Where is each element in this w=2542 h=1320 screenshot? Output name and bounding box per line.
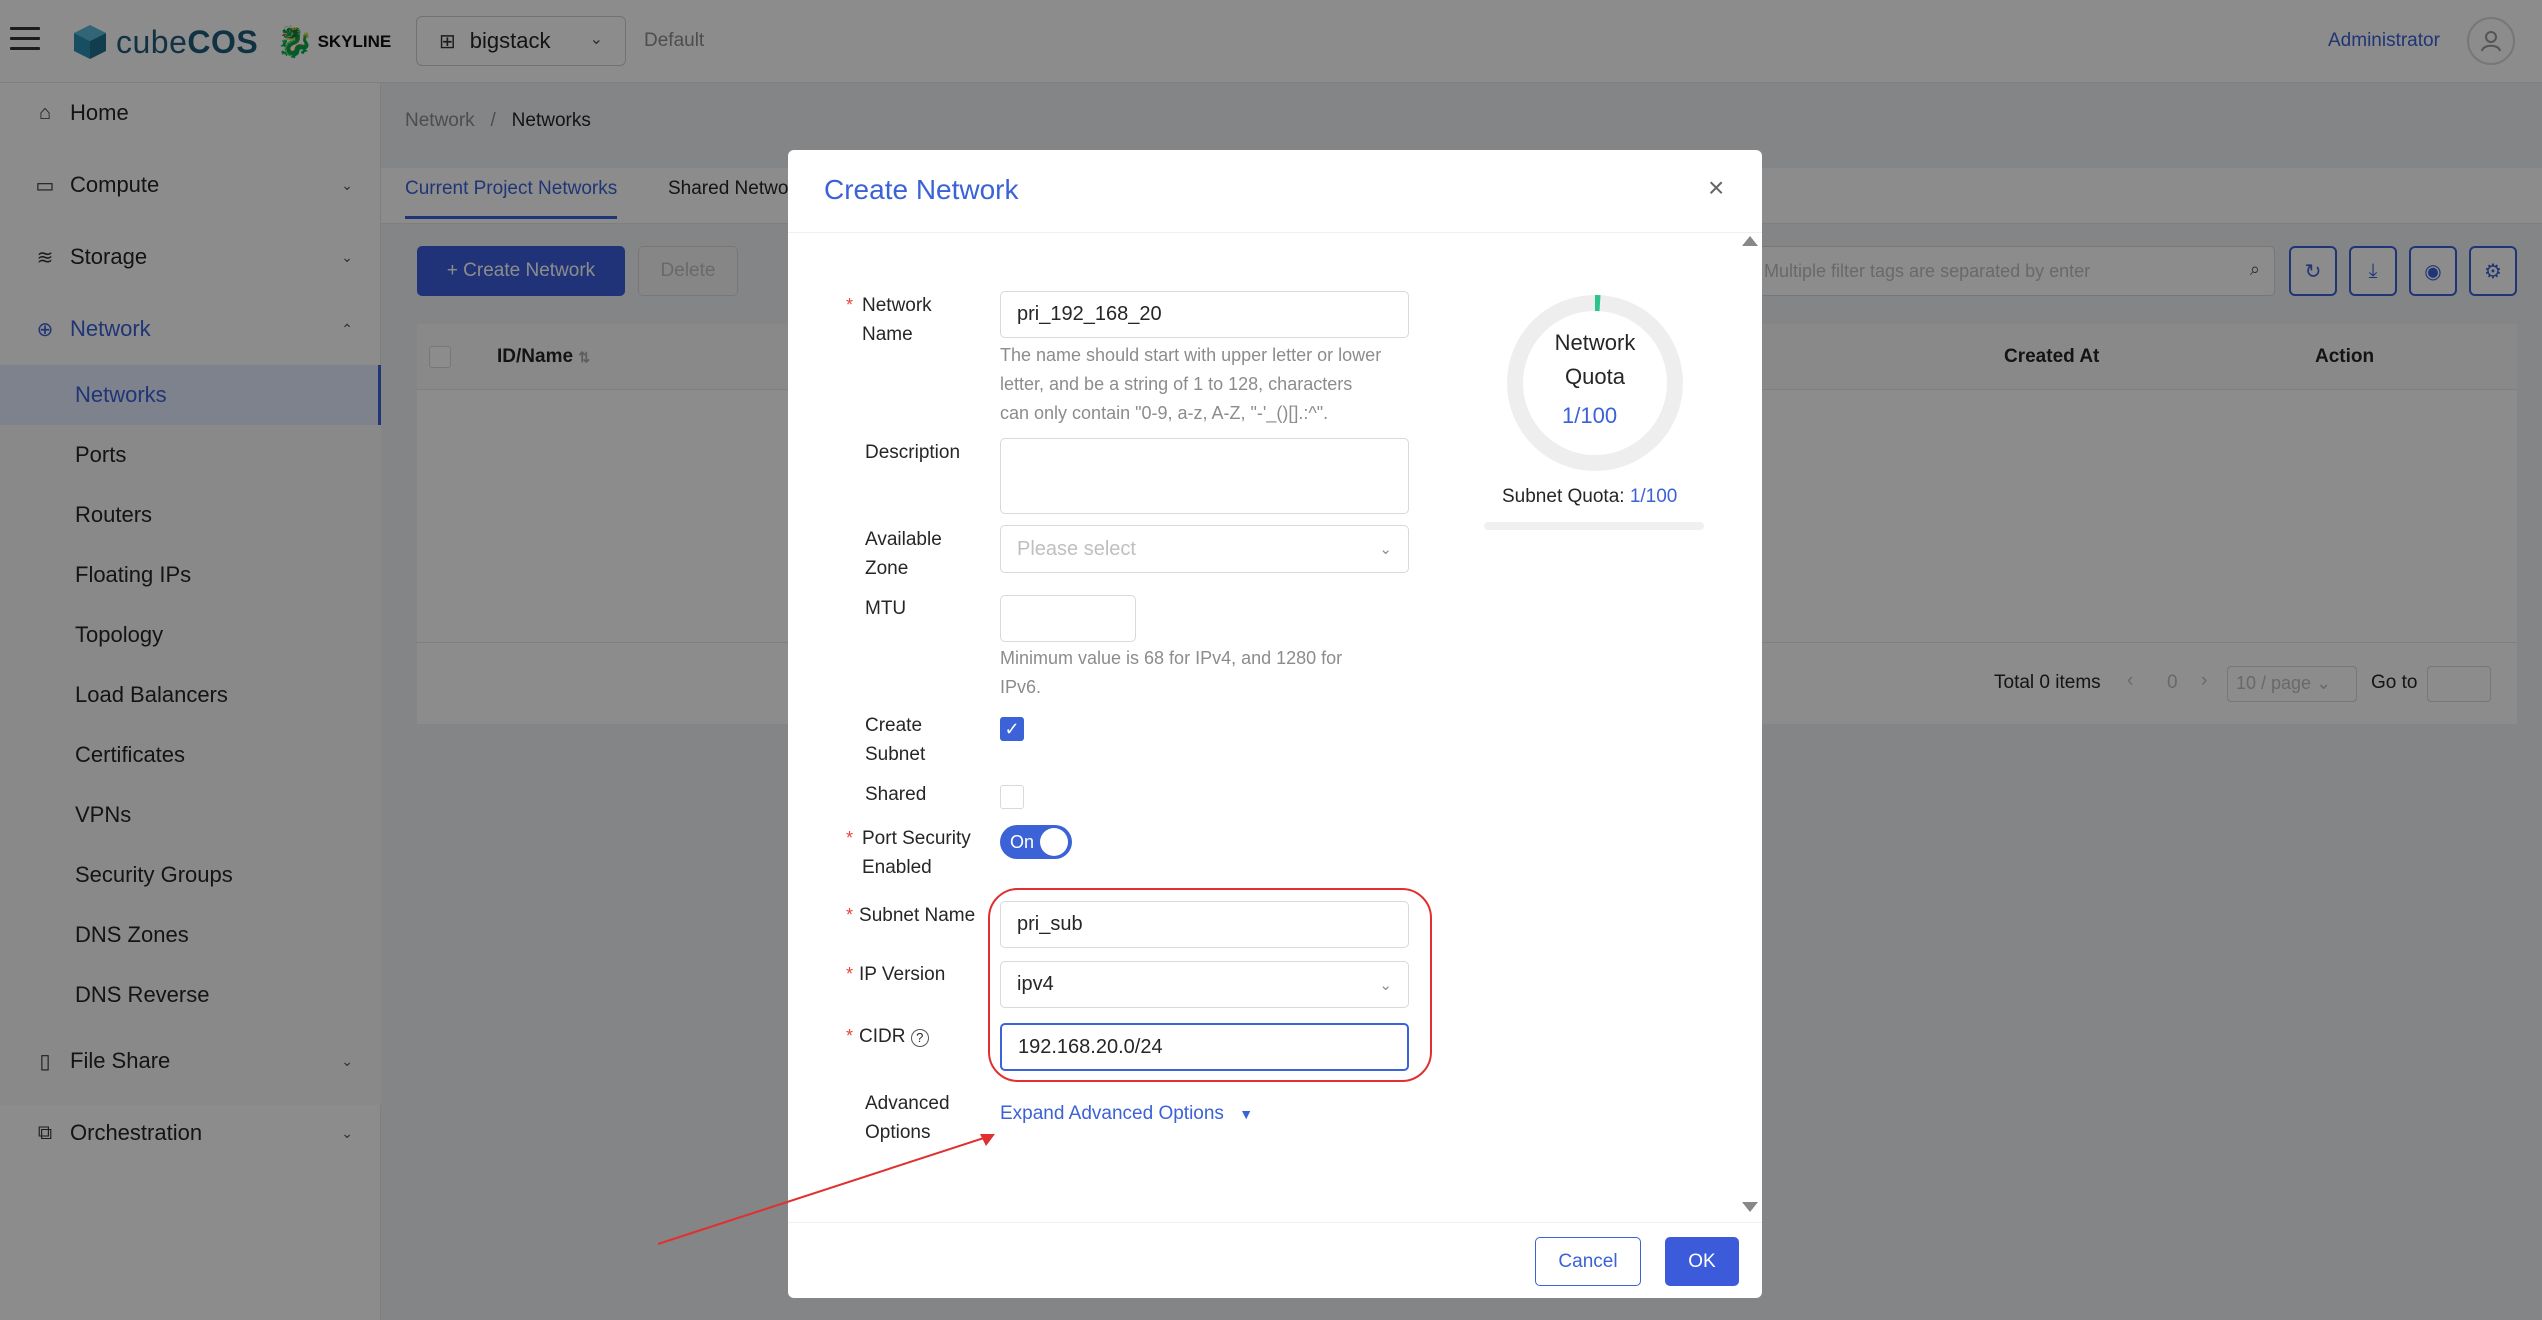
quota-title-line: Quota (1565, 364, 1625, 389)
shared-label: Shared (865, 784, 927, 805)
subnet-quota-label: Subnet Quota: (1502, 486, 1625, 507)
create-subnet-label: Create Subnet (865, 711, 925, 769)
required-mark: * (846, 1026, 854, 1046)
link-text: Expand Advanced Options (1000, 1103, 1224, 1124)
description-label: Description (865, 442, 961, 463)
required-mark: * (846, 905, 854, 925)
help-line: Minimum value is 68 for IPv4, and 1280 f… (1000, 648, 1343, 668)
mtu-label: MTU (865, 598, 907, 619)
label-text: CIDR (859, 1026, 906, 1047)
quota-title: Network Quota (1540, 330, 1650, 390)
help-line: The name should start with upper letter … (1000, 345, 1382, 365)
label-line: Advanced (865, 1093, 950, 1114)
help-circle-icon[interactable]: ? (910, 1028, 929, 1047)
zone-label: Available Zone (865, 525, 942, 583)
help-line: IPv6. (1000, 677, 1042, 697)
help-line: letter, and be a string of 1 to 128, cha… (1000, 374, 1353, 394)
ok-button[interactable]: OK (1665, 1237, 1739, 1286)
subnet-quota-value: 1/100 (1629, 486, 1678, 507)
highlight-annotation (988, 888, 1432, 1082)
subnet-quota: Subnet Quota: 1/100 (1502, 486, 1677, 508)
label-line: Enabled (862, 857, 932, 878)
label-line: Create (865, 715, 923, 736)
label-line: Name (862, 324, 913, 345)
label-text: Subnet Name (859, 905, 976, 926)
toggle-label: On (1010, 831, 1035, 852)
expand-advanced-options-link[interactable]: Expand Advanced Options ▼ (1000, 1103, 1253, 1125)
network-name-input[interactable]: pri_192_168_20 (1000, 291, 1409, 338)
description-input[interactable] (1000, 438, 1409, 514)
help-line: can only contain "0-9, a-z, A-Z, "-'_()[… (1000, 403, 1329, 423)
create-subnet-checkbox[interactable]: ✓ (1000, 717, 1024, 741)
quota-title-line: Network (1554, 330, 1636, 355)
quota-value: 1/100 (1562, 403, 1618, 428)
label-line: Port Security (862, 828, 971, 849)
subnet-quota-bar (1484, 522, 1704, 530)
port-security-label: * Port Security Enabled (846, 824, 971, 882)
modal-divider (788, 232, 1762, 233)
label-line: Zone (865, 558, 909, 579)
mtu-help: Minimum value is 68 for IPv4, and 1280 f… (1000, 644, 1342, 702)
close-icon[interactable]: × (1708, 172, 1724, 204)
zone-select[interactable]: Please select ⌄ (1000, 525, 1409, 573)
arrow-annotation-icon (657, 1134, 995, 1245)
cancel-button[interactable]: Cancel (1535, 1237, 1641, 1286)
mtu-input[interactable] (1000, 595, 1136, 642)
network-name-label: * Network Name (846, 291, 932, 349)
check-icon: ✓ (1004, 718, 1020, 739)
scroll-up-icon[interactable] (1742, 236, 1758, 246)
required-mark: * (846, 295, 854, 315)
label-line: Network (862, 295, 932, 316)
zone-placeholder: Please select (1017, 537, 1136, 560)
modal-title: Create Network (824, 174, 1019, 205)
scroll-down-icon[interactable] (1742, 1202, 1758, 1212)
label-line: Subnet (865, 744, 926, 765)
label-line: Available (865, 529, 942, 550)
label-text: IP Version (859, 964, 946, 985)
required-mark: * (846, 828, 854, 848)
required-mark: * (846, 964, 854, 984)
ip-version-label: * IP Version (846, 960, 945, 989)
cidr-label: * CIDR ? (846, 1022, 929, 1051)
chevron-down-icon: ⌄ (1379, 541, 1392, 558)
shared-checkbox[interactable] (1000, 785, 1024, 809)
port-security-toggle[interactable]: On (1000, 825, 1072, 859)
caret-down-icon: ▼ (1239, 1106, 1254, 1122)
toggle-knob (1040, 828, 1068, 856)
subnet-name-label: * Subnet Name (846, 901, 975, 930)
network-name-help: The name should start with upper letter … (1000, 341, 1381, 428)
